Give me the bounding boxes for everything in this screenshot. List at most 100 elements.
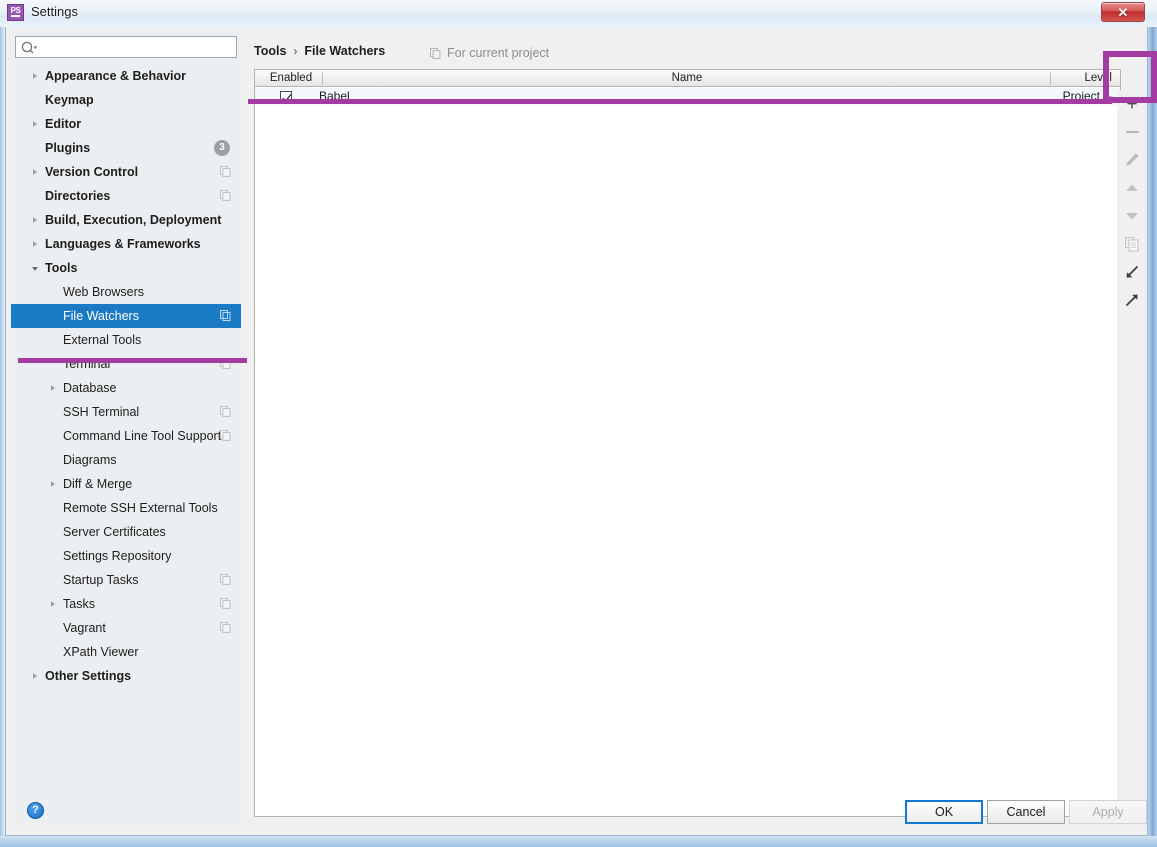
sidebar-item-label: Database: [63, 381, 117, 395]
sidebar-item-label: Version Control: [45, 165, 139, 179]
watchers-toolbar: +: [1117, 90, 1147, 813]
sidebar-item-build-execution-deployment[interactable]: Build, Execution, Deployment: [11, 208, 241, 232]
chevron-down-icon[interactable]: [32, 267, 38, 271]
chevron-right-icon[interactable]: [33, 673, 37, 679]
project-scope-icon: [220, 406, 231, 417]
tree-toggle[interactable]: [50, 384, 59, 393]
project-scope-icon: [220, 190, 231, 201]
chevron-right-icon[interactable]: [33, 169, 37, 175]
apply-button: Apply: [1069, 800, 1147, 824]
sidebar-item-command-line-tool-support[interactable]: Command Line Tool Support: [11, 424, 241, 448]
chevron-right-icon[interactable]: [51, 481, 55, 487]
sidebar-item-tools[interactable]: Tools: [11, 256, 241, 280]
sidebar-item-languages-frameworks[interactable]: Languages & Frameworks: [11, 232, 241, 256]
chevron-right-icon[interactable]: [51, 601, 55, 607]
chevron-right-icon[interactable]: [33, 73, 37, 79]
sidebar-item-appearance-behavior[interactable]: Appearance & Behavior: [11, 64, 241, 88]
sidebar-item-label: Web Browsers: [63, 285, 145, 299]
sidebar-item-label: XPath Viewer: [63, 645, 139, 659]
sidebar-item-remote-ssh-external-tools[interactable]: Remote SSH External Tools: [11, 496, 241, 520]
sidebar-item-plugins[interactable]: Plugins 3: [11, 136, 241, 160]
help-icon[interactable]: ?: [27, 802, 44, 819]
sidebar-item-xpath-viewer[interactable]: XPath Viewer: [11, 640, 241, 664]
project-scope-icon: [220, 166, 231, 177]
column-header-name[interactable]: Name: [323, 70, 1051, 87]
tree-toggle[interactable]: [32, 72, 41, 81]
edit-button: [1117, 146, 1147, 174]
breadcrumb-current: File Watchers: [304, 44, 386, 58]
project-scope-icon: [220, 622, 231, 633]
sidebar-item-version-control[interactable]: Version Control: [11, 160, 241, 184]
main-panel: Tools › File Watchers For current projec…: [246, 31, 1144, 825]
tree-toggle[interactable]: [32, 240, 41, 249]
tree-toggle[interactable]: [32, 216, 41, 225]
project-scope-icon: [220, 574, 231, 585]
sidebar-item-tasks[interactable]: Tasks: [11, 592, 241, 616]
sidebar-item-label: Other Settings: [45, 669, 132, 683]
sidebar-item-keymap[interactable]: Keymap: [11, 88, 241, 112]
export-arrow-icon: [1125, 294, 1138, 307]
sidebar-item-label: External Tools: [63, 333, 142, 347]
sidebar-item-web-browsers[interactable]: Web Browsers: [11, 280, 241, 304]
sidebar-item-server-certificates[interactable]: Server Certificates: [11, 520, 241, 544]
sidebar-item-ssh-terminal[interactable]: SSH Terminal: [11, 400, 241, 424]
search-icon: [21, 41, 38, 54]
sidebar-item-diagrams[interactable]: Diagrams: [11, 448, 241, 472]
sidebar-item-label: Appearance & Behavior: [45, 69, 187, 83]
sidebar-item-label: Tasks: [63, 597, 95, 611]
sidebar-item-label: Plugins: [45, 141, 91, 155]
arrow-up-icon: [1126, 184, 1138, 191]
scope-label: For current project: [447, 46, 550, 60]
ok-button[interactable]: OK: [905, 800, 983, 824]
sidebar-item-startup-tasks[interactable]: Startup Tasks: [11, 568, 241, 592]
copy-button: [1117, 230, 1147, 258]
sidebar-item-label: Tools: [45, 261, 78, 275]
watchers-table: Enabled Name Level Babel Project: [254, 69, 1121, 817]
close-icon: ✕: [1117, 4, 1129, 20]
settings-sidebar: Appearance & Behavior Keymap Editor Plugins…: [10, 31, 247, 825]
settings-window: PS Settings ✕ Appearance & Behavior Keyma…: [0, 0, 1157, 847]
tree-toggle[interactable]: [32, 168, 41, 177]
window-title: Settings: [31, 4, 78, 19]
sidebar-item-label: Server Certificates: [63, 525, 166, 539]
import-arrow-icon: [1126, 265, 1139, 278]
sidebar-item-settings-repository[interactable]: Settings Repository: [11, 544, 241, 568]
tree-toggle[interactable]: [32, 264, 41, 273]
sidebar-item-label: Vagrant: [63, 621, 106, 635]
chevron-right-icon[interactable]: [33, 241, 37, 247]
sidebar-item-database[interactable]: Database: [11, 376, 241, 400]
search-box[interactable]: [15, 36, 237, 58]
sidebar-item-other-settings[interactable]: Other Settings: [11, 664, 241, 688]
chevron-right-icon[interactable]: [51, 385, 55, 391]
sidebar-item-label: Startup Tasks: [63, 573, 139, 587]
tree-toggle[interactable]: [32, 672, 41, 681]
chevron-right-icon[interactable]: [33, 217, 37, 223]
import-button[interactable]: [1117, 258, 1147, 286]
scope-indicator: For current project: [430, 46, 549, 60]
project-scope-icon: [220, 430, 231, 441]
sidebar-item-diff-merge[interactable]: Diff & Merge: [11, 472, 241, 496]
remove-button: [1117, 118, 1147, 146]
phpstorm-logo-text: PS: [10, 6, 21, 15]
column-header-level[interactable]: Level: [1051, 70, 1117, 87]
tree-toggle[interactable]: [50, 600, 59, 609]
search-input[interactable]: [43, 39, 233, 58]
export-button[interactable]: [1117, 286, 1147, 314]
sidebar-item-file-watchers[interactable]: File Watchers: [11, 304, 241, 328]
add-button[interactable]: +: [1117, 90, 1147, 118]
tree-toggle[interactable]: [50, 480, 59, 489]
breadcrumb-root[interactable]: Tools: [254, 44, 286, 58]
phpstorm-logo-bar: [11, 15, 20, 17]
close-button[interactable]: ✕: [1101, 2, 1145, 22]
sidebar-item-directories[interactable]: Directories: [11, 184, 241, 208]
sidebar-item-editor[interactable]: Editor: [11, 112, 241, 136]
settings-tree[interactable]: Appearance & Behavior Keymap Editor Plugins…: [11, 64, 241, 824]
sidebar-item-vagrant[interactable]: Vagrant: [11, 616, 241, 640]
tree-toggle[interactable]: [32, 120, 41, 129]
cancel-button[interactable]: Cancel: [987, 800, 1065, 824]
sidebar-item-label: Remote SSH External Tools: [63, 501, 218, 515]
sidebar-item-external-tools[interactable]: External Tools: [11, 328, 241, 352]
sidebar-item-terminal[interactable]: Terminal: [11, 352, 241, 376]
column-header-enabled[interactable]: Enabled: [259, 70, 323, 87]
chevron-right-icon[interactable]: [33, 121, 37, 127]
